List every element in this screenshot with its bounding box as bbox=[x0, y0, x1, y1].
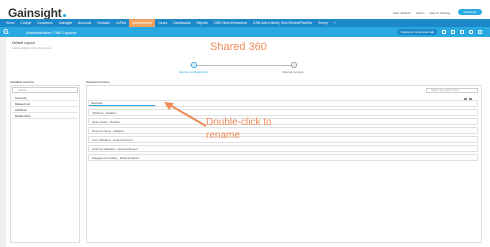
annotation-title: Shared 360 bbox=[210, 41, 267, 53]
user-menu-link[interactable]: Kate Jackson bbox=[393, 11, 411, 15]
logo-dot-icon bbox=[62, 14, 66, 17]
nav-item[interactable]: Contacts bbox=[94, 19, 113, 27]
selected-row[interactable]: Learning Utilization - External Report bbox=[88, 145, 478, 152]
top-links: Kate Jackson Admin Help & Training bbox=[393, 11, 450, 15]
selected-row[interactable]: Engagement Activity - External Report bbox=[88, 154, 478, 161]
step-2-marker[interactable]: 2 bbox=[291, 62, 297, 68]
left-strip bbox=[0, 37, 6, 247]
callout-line-2: rename bbox=[206, 130, 240, 141]
available-item-relationship[interactable]: Relationship bbox=[12, 113, 78, 119]
user-icon[interactable] bbox=[478, 30, 482, 34]
nav-item[interactable]: CoPilot bbox=[113, 19, 129, 27]
nav-item[interactable]: Customers bbox=[34, 19, 55, 27]
nav-item[interactable]: Administration bbox=[129, 19, 156, 27]
main-nav: Home Cockpit Customers Gainsight Accounts Con… bbox=[0, 19, 490, 27]
gear-icon[interactable] bbox=[469, 30, 473, 34]
callout-line-1: Double-click to bbox=[206, 117, 272, 128]
step-2-label: Sharing settings bbox=[282, 70, 304, 74]
step-1-marker[interactable]: 1 bbox=[191, 62, 197, 68]
nav-item[interactable]: CSM Client Interactions bbox=[211, 19, 250, 27]
admin-link[interactable]: Admin bbox=[416, 11, 425, 15]
gainsight-logo: Gainsight bbox=[8, 6, 66, 20]
selected-sections-label: Selected sections bbox=[86, 80, 110, 84]
nav-item[interactable]: Gainsight bbox=[56, 19, 75, 27]
available-sections-label: Available sections bbox=[10, 80, 34, 84]
bell-icon[interactable] bbox=[451, 30, 455, 34]
help-icon[interactable] bbox=[460, 30, 464, 34]
annotation-arrow-icon bbox=[164, 102, 207, 127]
layout-name[interactable]: Default Layout bbox=[12, 41, 35, 45]
app-header: G Administration / 360 Layouts Customer … bbox=[0, 27, 490, 37]
step-connector bbox=[190, 65, 295, 66]
gainsight-button[interactable]: Gainsight bbox=[458, 9, 482, 15]
layout-description[interactable]: Add Description of the layout here bbox=[12, 47, 51, 50]
nav-item[interactable]: Home bbox=[3, 19, 18, 27]
nav-item[interactable]: Cockpit bbox=[18, 19, 35, 27]
available-search-input[interactable]: Search... bbox=[12, 87, 78, 93]
nav-item[interactable]: Dashboards bbox=[170, 19, 193, 27]
nav-item[interactable]: Accounts bbox=[75, 19, 94, 27]
customer-selector[interactable]: Customer name kate sait bbox=[397, 29, 437, 35]
help-link[interactable]: Help & Training bbox=[429, 11, 450, 15]
rename-input[interactable]: Summary bbox=[89, 101, 155, 106]
selected-search-input[interactable]: Search by section name bbox=[426, 88, 478, 93]
selected-row[interactable]: Museum Game - Relation bbox=[88, 127, 478, 134]
nav-item[interactable]: Reports bbox=[193, 19, 210, 27]
nav-item[interactable]: + bbox=[331, 19, 339, 27]
nav-item[interactable]: Survey bbox=[315, 19, 331, 27]
selected-row[interactable]: Open Cases - Relation bbox=[88, 118, 478, 125]
page-breadcrumb: Administration / 360 Layouts bbox=[26, 29, 77, 35]
chat-icon[interactable] bbox=[442, 30, 446, 34]
nav-item[interactable]: Cases bbox=[155, 19, 170, 27]
app-icon[interactable]: G bbox=[0, 27, 12, 37]
step-1-label: Section configurations bbox=[179, 70, 209, 74]
nav-item[interactable]: CSM Action Items | Scm Review/Priorities bbox=[250, 19, 315, 27]
header-actions: Customer name kate sait bbox=[397, 29, 482, 35]
selected-row[interactable]: Attributes - Relation bbox=[88, 109, 478, 116]
annotation-callout: Double-click to rename bbox=[206, 116, 272, 142]
selected-row[interactable]: Core Utilization - External Report bbox=[88, 136, 478, 143]
